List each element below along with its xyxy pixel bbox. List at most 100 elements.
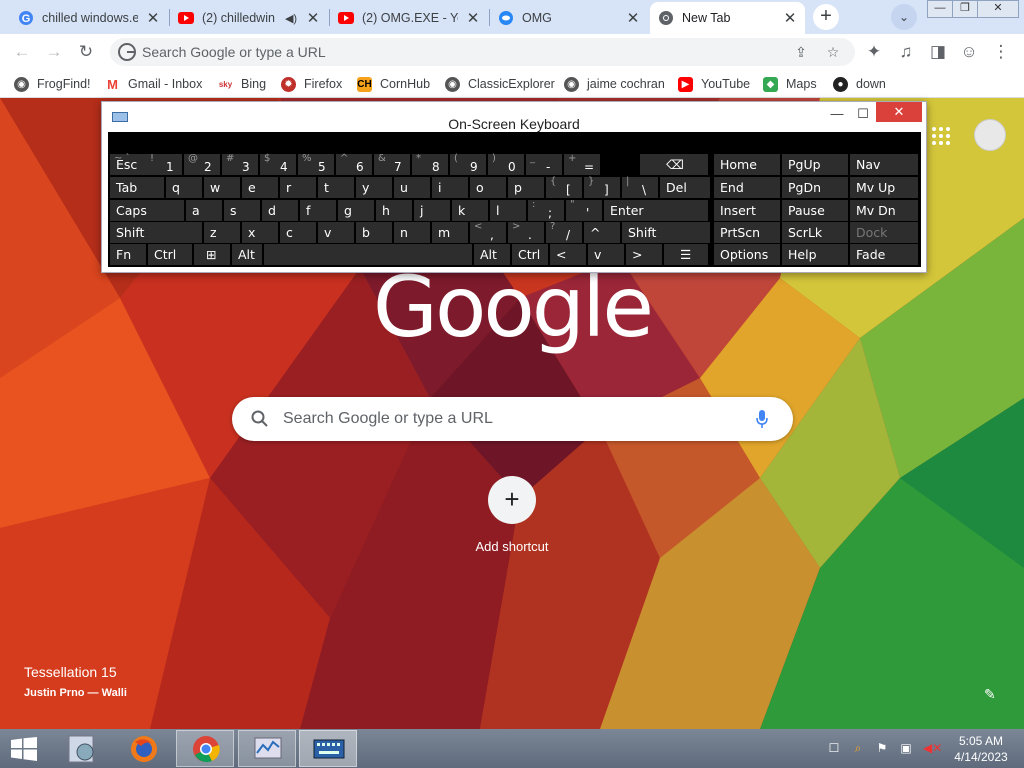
key-options[interactable]: Options (714, 244, 780, 265)
key-ctrl[interactable]: Ctrl (148, 244, 192, 265)
key-b[interactable]: b (356, 222, 392, 243)
key-k[interactable]: k (452, 200, 488, 221)
close-icon[interactable]: ✕ (306, 9, 320, 27)
key-7[interactable]: & 7 (374, 153, 410, 175)
bookmark-star-icon[interactable]: ☆ (823, 42, 843, 62)
microphone-icon[interactable] (754, 408, 770, 430)
new-tab-button[interactable]: + (813, 4, 839, 30)
key-left-arrow[interactable]: < (550, 244, 586, 265)
key-scrlk[interactable]: ScrLk (782, 222, 848, 243)
key-[interactable]: :; (528, 199, 564, 221)
key-[interactable]: {[ (546, 176, 582, 198)
taskbar-firefox-button[interactable] (114, 730, 172, 767)
key-home[interactable]: Home (714, 154, 780, 175)
key-z[interactable]: z (204, 222, 240, 243)
key-u[interactable]: u (394, 177, 430, 198)
key-insert[interactable]: Insert (714, 200, 780, 221)
key-0[interactable]: ) 0 (488, 153, 524, 175)
key-x[interactable]: x (242, 222, 278, 243)
show-hidden-icon[interactable]: ☐ (827, 741, 841, 755)
key-l[interactable]: l (490, 200, 526, 221)
key-[interactable]: + = (564, 153, 600, 175)
key-9[interactable]: (9 (450, 153, 486, 175)
key-t[interactable]: t (318, 177, 354, 198)
customize-pencil-icon[interactable]: ✎ (984, 686, 1000, 702)
back-icon[interactable]: ← (11, 41, 33, 63)
key-enter[interactable]: Enter (604, 200, 708, 221)
key-y[interactable]: y (356, 177, 392, 198)
key-windows[interactable]: ⊞ (194, 244, 230, 265)
minimize-button[interactable]: — (927, 0, 953, 18)
key-o[interactable]: o (470, 177, 506, 198)
restore-button[interactable]: ❐ (952, 0, 978, 18)
key-esc[interactable]: ~ ` Esc (110, 153, 146, 175)
tab-omg[interactable]: OMG ✕ (490, 2, 648, 34)
key-fn[interactable]: Fn (110, 244, 146, 265)
tab-search-button[interactable]: ⌄ (891, 4, 917, 30)
taskbar-chrome-button[interactable] (176, 730, 234, 767)
key-2[interactable]: @2 (184, 153, 220, 175)
ntp-search-box[interactable]: Search Google or type a URL (232, 397, 793, 441)
key-s[interactable]: s (224, 200, 260, 221)
key-dock[interactable]: Dock (850, 222, 918, 243)
close-icon[interactable]: ✕ (783, 9, 797, 27)
profile-avatar-icon[interactable]: ☺ (958, 41, 980, 63)
tab-omg-exe[interactable]: (2) OMG.EXE - Yo ✕ (330, 2, 488, 34)
key-alt-right[interactable]: Alt (474, 244, 510, 265)
taskbar-clock[interactable]: 5:05 AM 4/14/2023 (948, 733, 1014, 765)
media-control-icon[interactable]: ♫ (895, 41, 917, 63)
key-[interactable]: | \ (622, 176, 658, 198)
key-nav[interactable]: Nav (850, 154, 918, 175)
key-alt[interactable]: Alt (232, 244, 262, 265)
key-e[interactable]: e (242, 177, 278, 198)
close-icon[interactable]: ✕ (146, 9, 160, 27)
address-bar[interactable]: Search Google or type a URL ⇪ ☆ (110, 38, 855, 66)
key-a[interactable]: a (186, 200, 222, 221)
key-m[interactable]: m (432, 222, 468, 243)
action-center-flag-icon[interactable]: ⚑ (875, 741, 889, 755)
key-[interactable]: <, (470, 221, 506, 243)
volume-muted-icon[interactable]: ◀✕ (923, 741, 942, 755)
tab-chilledwin[interactable]: (2) chilledwin ◀) ✕ (170, 2, 328, 34)
key-j[interactable]: j (414, 200, 450, 221)
speaker-icon[interactable]: ◀) (284, 12, 298, 25)
bookmark-classicexplorer[interactable]: ◉ ClassicExplorer (445, 75, 555, 93)
key-[interactable]: >. (508, 221, 544, 243)
key-mvup[interactable]: Mv Up (850, 177, 918, 198)
key-w[interactable]: w (204, 177, 240, 198)
add-shortcut-button[interactable]: + (488, 476, 536, 524)
reload-icon[interactable]: ↻ (75, 41, 97, 63)
key-6[interactable]: ^ 6 (336, 153, 372, 175)
close-icon[interactable]: ✕ (466, 9, 480, 27)
key-caps[interactable]: Caps (110, 200, 184, 221)
key-[interactable]: " ' (566, 199, 602, 221)
bookmark-down[interactable]: ● down (833, 75, 886, 93)
close-icon[interactable]: ✕ (626, 9, 640, 27)
key-prtscn[interactable]: PrtScn (714, 222, 780, 243)
key-8[interactable]: * 8 (412, 153, 448, 175)
key-5[interactable]: % 5 (298, 153, 334, 175)
window-close-button[interactable]: ✕ (977, 0, 1019, 18)
key-right-arrow[interactable]: > (626, 244, 662, 265)
key-pgdn[interactable]: PgDn (782, 177, 848, 198)
key-1[interactable]: ! 1 (146, 153, 182, 175)
google-apps-icon[interactable] (931, 126, 951, 146)
taskbar-monitor-button[interactable] (238, 730, 296, 767)
bookmark-gmail[interactable]: M Gmail - Inbox (105, 75, 202, 93)
key-[interactable]: _ - (526, 153, 562, 175)
osk-minimize-button[interactable]: — (824, 106, 850, 124)
key-g[interactable]: g (338, 200, 374, 221)
bookmark-firefox[interactable]: ✹ Firefox (281, 75, 342, 93)
osk-close-button[interactable]: ✕ (876, 102, 922, 122)
key-menu[interactable]: ☰ (664, 244, 708, 265)
key-v[interactable]: v (318, 222, 354, 243)
network-icon[interactable]: ▣ (899, 741, 913, 755)
osk-maximize-button[interactable]: ☐ (850, 106, 876, 124)
key-shift[interactable]: Shift (110, 222, 202, 243)
key-3[interactable]: #3 (222, 153, 258, 175)
key-backspace[interactable]: ⌫ (640, 154, 708, 175)
key-space[interactable] (264, 244, 472, 265)
share-icon[interactable]: ⇪ (791, 42, 811, 62)
key-pause[interactable]: Pause (782, 200, 848, 221)
bookmark-bing[interactable]: sky Bing (218, 75, 266, 93)
